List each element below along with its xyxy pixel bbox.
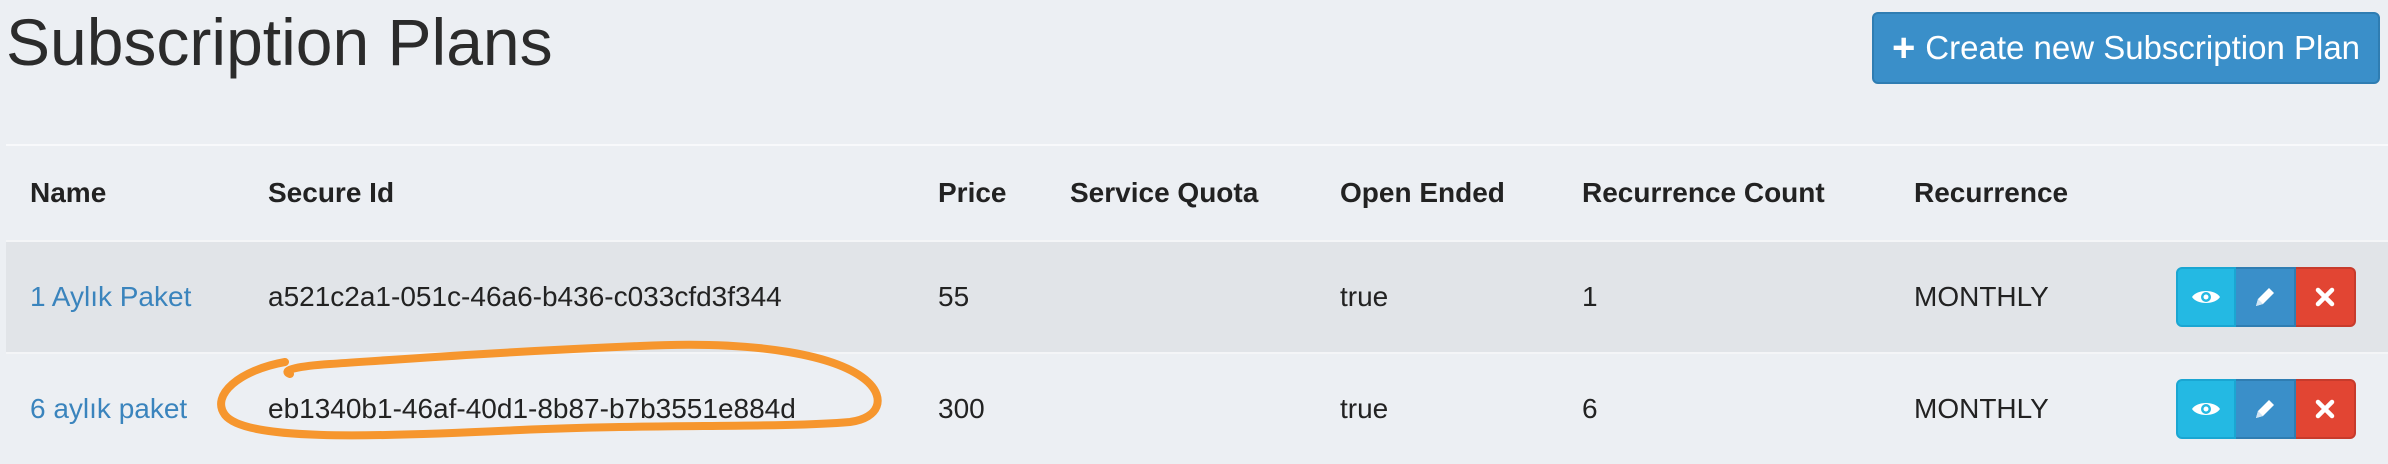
price-cell: 55 — [938, 281, 970, 312]
plan-name-link[interactable]: 1 Aylık Paket — [30, 281, 191, 313]
table-row: 6 aylık paket eb1340b1-46af-40d1-8b87-b7… — [6, 352, 2388, 464]
row-actions — [2176, 379, 2356, 439]
create-subscription-plan-button[interactable]: + Create new Subscription Plan — [1872, 12, 2380, 84]
eye-icon — [2192, 403, 2220, 415]
secure-id-cell: eb1340b1-46af-40d1-8b87-b7b3551e884d — [268, 393, 796, 424]
table-header: Name Secure Id Price Service Quota Open … — [6, 146, 2388, 240]
subscription-plans-table: Name Secure Id Price Service Quota Open … — [6, 146, 2388, 464]
plus-icon: + — [1891, 26, 1916, 70]
close-icon — [2315, 287, 2335, 307]
delete-button[interactable] — [2296, 267, 2356, 327]
create-button-label: Create new Subscription Plan — [1925, 29, 2361, 66]
edit-button[interactable] — [2236, 267, 2296, 327]
price-cell: 300 — [938, 393, 985, 424]
open-ended-cell: true — [1340, 393, 1389, 424]
recurrence-count-cell: 1 — [1582, 281, 1598, 312]
close-icon — [2315, 399, 2335, 419]
eye-icon — [2192, 291, 2220, 303]
delete-button[interactable] — [2296, 379, 2356, 439]
plan-name-link[interactable]: 6 aylık paket — [30, 393, 187, 425]
recurrence-cell: MONTHLY — [1914, 281, 2049, 312]
pencil-icon — [2256, 288, 2274, 306]
column-header-secure-id[interactable]: Secure Id — [268, 177, 394, 209]
recurrence-cell: MONTHLY — [1914, 393, 2049, 424]
recurrence-count-cell: 6 — [1582, 393, 1598, 424]
column-header-service-quota[interactable]: Service Quota — [1070, 177, 1258, 209]
row-actions — [2176, 267, 2356, 327]
page-title: Subscription Plans — [6, 5, 553, 79]
edit-button[interactable] — [2236, 379, 2296, 439]
column-header-recurrence-count[interactable]: Recurrence Count — [1582, 177, 1825, 209]
view-button[interactable] — [2176, 267, 2236, 327]
open-ended-cell: true — [1340, 281, 1389, 312]
column-header-open-ended[interactable]: Open Ended — [1340, 177, 1505, 209]
view-button[interactable] — [2176, 379, 2236, 439]
column-header-recurrence[interactable]: Recurrence — [1914, 177, 2068, 209]
column-header-name[interactable]: Name — [30, 177, 106, 209]
column-header-price[interactable]: Price — [938, 177, 1007, 209]
pencil-icon — [2256, 400, 2274, 418]
secure-id-cell: a521c2a1-051c-46a6-b436-c033cfd3f344 — [268, 281, 782, 312]
table-row: 1 Aylık Paket a521c2a1-051c-46a6-b436-c0… — [6, 240, 2388, 352]
